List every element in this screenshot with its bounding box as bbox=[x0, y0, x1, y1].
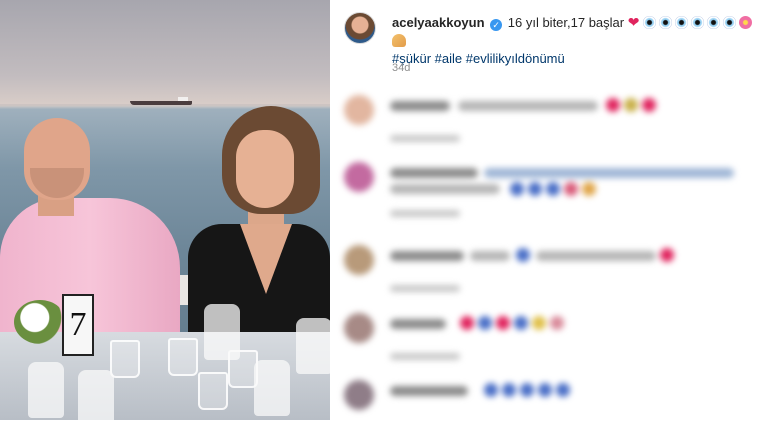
avatar[interactable] bbox=[344, 12, 376, 44]
evil-eye-icon bbox=[675, 16, 689, 29]
favor-bag bbox=[204, 304, 240, 360]
evil-eye-icon bbox=[723, 16, 737, 29]
post-timestamp[interactable]: 34d bbox=[392, 62, 410, 74]
evil-eye-icon bbox=[707, 16, 721, 29]
hashtag-list: #şükür #aile #evlilikyıldönümü bbox=[392, 50, 762, 68]
evil-eye-icon bbox=[643, 16, 657, 29]
post-caption: acelyaakkoyun ✓ 16 yıl biter,17 başlar ❤… bbox=[392, 13, 762, 68]
red-heart-icon: ❤ bbox=[627, 14, 640, 30]
comment-item bbox=[344, 313, 764, 373]
commenter-avatar[interactable] bbox=[344, 313, 374, 343]
ship bbox=[130, 97, 192, 105]
favor-bag bbox=[78, 370, 114, 420]
post-photo[interactable]: 7 bbox=[0, 0, 330, 420]
hashtag-link[interactable]: #evlilikyıldönümü bbox=[466, 51, 565, 66]
table-number-card: 7 bbox=[62, 294, 94, 356]
praying-hands-icon bbox=[392, 34, 406, 47]
username-link[interactable]: acelyaakkoyun bbox=[392, 15, 485, 30]
comment-item bbox=[344, 162, 764, 222]
commenter-avatar[interactable] bbox=[344, 245, 374, 275]
comment-item bbox=[344, 95, 764, 155]
commenter-avatar[interactable] bbox=[344, 162, 374, 192]
commenter-avatar[interactable] bbox=[344, 380, 374, 410]
flower-arrangement bbox=[14, 300, 66, 344]
evil-eye-icon bbox=[691, 16, 705, 29]
comment-item bbox=[344, 245, 764, 305]
comment-item bbox=[344, 380, 764, 440]
glass bbox=[198, 372, 228, 410]
glass bbox=[110, 340, 140, 378]
caption-panel: acelyaakkoyun ✓ 16 yıl biter,17 başlar ❤… bbox=[330, 0, 770, 420]
glass bbox=[168, 338, 198, 376]
favor-bag bbox=[28, 362, 64, 418]
commenter-avatar[interactable] bbox=[344, 95, 374, 125]
evil-eye-icon bbox=[659, 16, 673, 29]
favor-bag bbox=[254, 360, 290, 416]
hibiscus-icon bbox=[739, 16, 753, 29]
caption-text: 16 yıl biter,17 başlar bbox=[507, 15, 625, 30]
hashtag-link[interactable]: #aile bbox=[435, 51, 462, 66]
verified-badge-icon: ✓ bbox=[490, 19, 503, 31]
favor-bag bbox=[296, 318, 330, 374]
